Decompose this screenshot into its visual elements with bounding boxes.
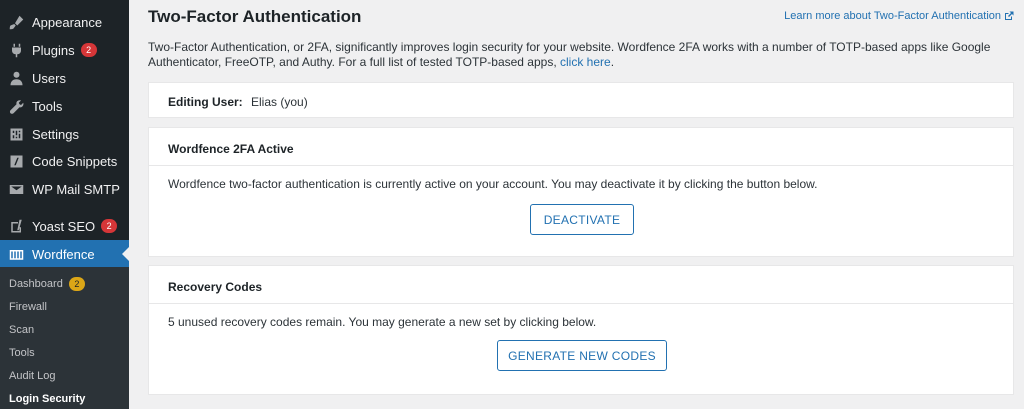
sidebar-item-label: Appearance bbox=[32, 14, 103, 30]
sidebar-item-label: WP Mail SMTP bbox=[32, 181, 120, 197]
mail-icon bbox=[6, 179, 26, 199]
submenu-item-firewall[interactable]: Firewall bbox=[9, 301, 47, 313]
plugin-icon bbox=[6, 40, 26, 60]
current-menu-arrow bbox=[122, 247, 129, 261]
generate-new-codes-button[interactable]: GENERATE NEW CODES bbox=[497, 340, 667, 371]
sidebar-item-label: Yoast SEO bbox=[32, 218, 96, 234]
sidebar-item-tools[interactable]: Tools bbox=[0, 92, 129, 120]
code-icon bbox=[6, 151, 26, 171]
sidebar-item-wp-mail-smtp[interactable]: WP Mail SMTP bbox=[0, 175, 129, 203]
editing-user-label: Editing User: bbox=[168, 95, 243, 109]
editing-user-value: Elias (you) bbox=[251, 95, 308, 109]
sidebar-item-appearance[interactable]: Appearance bbox=[0, 8, 129, 36]
recovery-codes-card: Recovery Codes 5 unused recovery codes r… bbox=[148, 265, 1014, 395]
learn-more-label: Learn more about Two-Factor Authenticati… bbox=[784, 10, 1001, 22]
card-divider bbox=[149, 303, 1013, 304]
sidebar-item-users[interactable]: Users bbox=[0, 64, 129, 92]
yoast-icon bbox=[6, 216, 26, 236]
card-title: Recovery Codes bbox=[168, 280, 263, 294]
editing-user-card: Editing User: Elias (you) bbox=[148, 82, 1014, 118]
submenu-item-label: Dashboard bbox=[9, 278, 63, 290]
wordfence-submenu: Dashboard 2 Firewall Scan Tools Audit Log… bbox=[0, 267, 129, 409]
paintbrush-icon bbox=[6, 12, 26, 32]
admin-sidebar: Appearance Plugins 2 Users Tools Setting… bbox=[0, 0, 129, 409]
submenu-item-audit-log[interactable]: Audit Log bbox=[9, 370, 55, 382]
update-count-badge: 2 bbox=[80, 43, 97, 57]
page-title: Two-Factor Authentication bbox=[148, 7, 362, 26]
submenu-item-login-security[interactable]: Login Security bbox=[9, 393, 85, 405]
sidebar-item-label: Tools bbox=[32, 98, 63, 114]
user-icon bbox=[6, 68, 26, 88]
sidebar-item-label: Wordfence bbox=[32, 246, 95, 262]
submenu-item-dashboard[interactable]: Dashboard 2 bbox=[9, 277, 85, 291]
wrench-icon bbox=[6, 96, 26, 116]
learn-more-link[interactable]: Learn more about Two-Factor Authenticati… bbox=[784, 10, 1014, 22]
tested-apps-link[interactable]: click here bbox=[560, 55, 611, 69]
card-title: Wordfence 2FA Active bbox=[168, 142, 294, 156]
external-link-icon bbox=[1005, 11, 1014, 20]
sidebar-item-label: Plugins bbox=[32, 42, 75, 58]
sidebar-item-label: Settings bbox=[32, 126, 79, 142]
submenu-item-scan[interactable]: Scan bbox=[9, 324, 34, 336]
card-description: 5 unused recovery codes remain. You may … bbox=[168, 315, 597, 329]
sidebar-item-settings[interactable]: Settings bbox=[0, 120, 129, 148]
sidebar-item-wordfence[interactable]: Wordfence bbox=[0, 240, 129, 268]
intro-suffix: . bbox=[610, 55, 615, 69]
settings-icon bbox=[6, 124, 26, 144]
sidebar-item-yoast-seo[interactable]: Yoast SEO 2 bbox=[0, 212, 129, 240]
submenu-item-tools[interactable]: Tools bbox=[9, 347, 35, 359]
card-description: Wordfence two-factor authentication is c… bbox=[168, 177, 818, 191]
notification-badge: 2 bbox=[101, 219, 118, 233]
sidebar-item-label: Users bbox=[32, 70, 66, 86]
intro-paragraph: Two-Factor Authentication, or 2FA, signi… bbox=[148, 40, 1008, 70]
sidebar-item-code-snippets[interactable]: Code Snippets bbox=[0, 147, 129, 175]
dashboard-badge: 2 bbox=[68, 277, 85, 291]
sidebar-item-plugins[interactable]: Plugins 2 bbox=[0, 36, 129, 64]
sidebar-item-label: Code Snippets bbox=[32, 153, 118, 169]
wordfence-icon bbox=[6, 244, 26, 264]
2fa-active-card: Wordfence 2FA Active Wordfence two-facto… bbox=[148, 127, 1014, 257]
deactivate-button[interactable]: DEACTIVATE bbox=[530, 204, 634, 235]
card-divider bbox=[149, 165, 1013, 166]
